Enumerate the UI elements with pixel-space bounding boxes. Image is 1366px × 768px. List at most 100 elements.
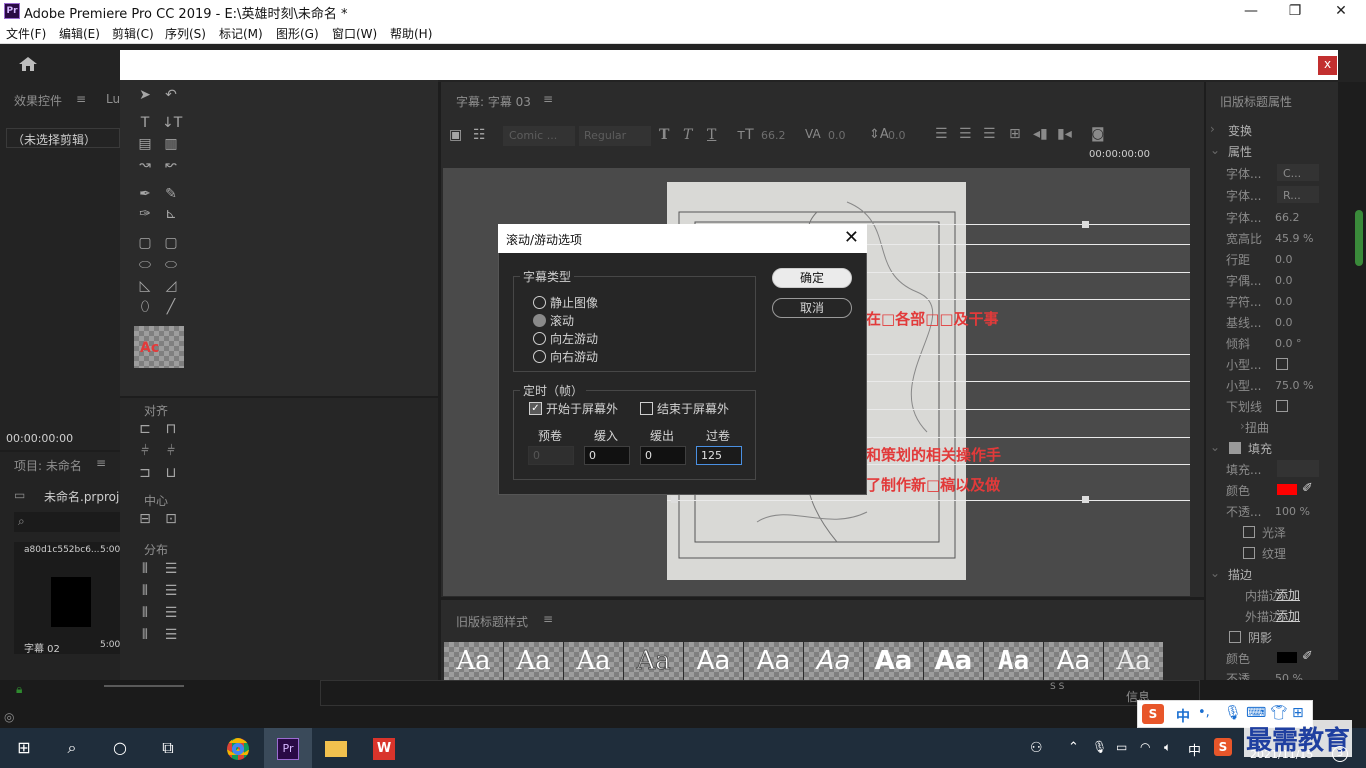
taskbar-ime-language[interactable]: 中 xyxy=(1188,740,1201,759)
keyboard-icon[interactable]: ⌨ xyxy=(1246,705,1266,721)
panel-menu-icon[interactable]: ≡ xyxy=(543,92,553,106)
canvas-title-text[interactable]: 和策划的相关操作手 xyxy=(866,444,1001,465)
align-bottom-icon[interactable]: ⊔ xyxy=(162,464,180,482)
tray-chevron-icon[interactable]: ⌃ xyxy=(1068,740,1079,755)
windows-start-icon[interactable]: ⊞ xyxy=(0,728,48,768)
battery-icon[interactable]: ▭ xyxy=(1116,740,1127,754)
underline-icon[interactable]: T xyxy=(707,127,716,143)
roll-crawl-options-icon[interactable]: ☷ xyxy=(473,127,486,143)
ease-in-input[interactable]: 0 xyxy=(584,446,630,465)
text-box-handle[interactable] xyxy=(671,496,678,503)
prop-value[interactable]: 0.0 ° xyxy=(1275,337,1302,350)
line-tool-icon[interactable]: ╱ xyxy=(162,298,180,316)
dialog-close-icon[interactable]: ✕ xyxy=(844,227,859,248)
people-icon[interactable]: ⚇ xyxy=(1030,740,1043,756)
title-style-swatch[interactable]: Aa xyxy=(444,642,503,680)
ime-punctuation[interactable]: •, xyxy=(1198,705,1210,720)
menu-sequence[interactable]: 序列(S) xyxy=(165,25,206,42)
lock-icon[interactable]: 🔒︎ xyxy=(16,682,22,697)
styles-title[interactable]: 旧版标题样式 xyxy=(456,613,528,630)
skin-icon[interactable]: 👕︎ xyxy=(1270,705,1288,721)
project-search-input[interactable] xyxy=(14,512,120,532)
chrome-icon[interactable] xyxy=(214,728,262,768)
shadow-color-swatch[interactable] xyxy=(1277,652,1297,663)
wedge-tool-icon[interactable]: ◺ xyxy=(136,277,154,295)
vertical-area-type-tool-icon[interactable]: ▥ xyxy=(162,135,180,153)
fill-type-select[interactable] xyxy=(1277,460,1319,477)
font-size-value[interactable]: 66.2 xyxy=(761,129,786,142)
chevron-right-icon[interactable]: › xyxy=(1210,122,1215,136)
title-style-swatch[interactable]: Aa xyxy=(624,642,683,680)
microphone-icon[interactable]: 🎙︎ xyxy=(1092,740,1107,754)
menu-marker[interactable]: 标记(M) xyxy=(219,25,263,42)
center-vertical-icon[interactable]: ⊡ xyxy=(162,510,180,528)
solo-icon[interactable]: S S xyxy=(1050,682,1064,692)
transform-section[interactable]: 变换 xyxy=(1228,122,1252,139)
prop-value[interactable]: 45.9 % xyxy=(1275,232,1313,245)
convert-anchor-tool-icon[interactable]: ⊾ xyxy=(162,205,180,223)
canvas-title-text[interactable]: 了制作新□稿以及做 xyxy=(866,474,1000,495)
align-left-text-icon[interactable]: ☰ xyxy=(935,126,948,142)
home-icon[interactable] xyxy=(18,56,38,72)
preroll-input[interactable]: 0 xyxy=(528,446,574,465)
align-top-icon[interactable]: ⊓ xyxy=(162,420,180,438)
title-style-swatch[interactable]: Aa xyxy=(1044,642,1103,680)
italic-icon[interactable]: T xyxy=(683,127,692,143)
wifi-icon[interactable]: ◠ xyxy=(1140,740,1150,754)
menu-window[interactable]: 窗口(W) xyxy=(332,25,377,42)
area-type-tool-icon[interactable]: ▤ xyxy=(136,135,154,153)
project-tab[interactable]: 项目: 未命名 xyxy=(14,457,82,474)
prop-value[interactable]: 0.0 xyxy=(1275,316,1293,329)
prop-value[interactable]: 0.0 xyxy=(1275,253,1293,266)
title-style-swatch[interactable]: Aa xyxy=(864,642,923,680)
radio-crawl-right[interactable] xyxy=(533,350,546,363)
shadow-section[interactable]: 阴影 xyxy=(1248,629,1272,646)
menu-clip[interactable]: 剪辑(C) xyxy=(112,25,154,42)
sheen-section[interactable]: 光泽 xyxy=(1262,524,1286,541)
cancel-button[interactable]: 取消 xyxy=(772,298,852,318)
vertical-type-tool-icon[interactable]: ↓T xyxy=(162,114,182,132)
distort-section[interactable]: 扭曲 xyxy=(1245,419,1269,436)
pen-tool-icon[interactable]: ✒ xyxy=(136,185,154,203)
ease-out-input[interactable]: 0 xyxy=(640,446,686,465)
align-center-v-icon[interactable]: ⫩ xyxy=(162,442,180,460)
eyedropper-icon[interactable]: ✐ xyxy=(1302,649,1313,664)
ellipse-tool-icon[interactable]: ⬯ xyxy=(136,298,154,316)
show-video-toggle-icon[interactable]: ◙ xyxy=(1091,126,1105,142)
prop-value[interactable]: 100 % xyxy=(1275,505,1310,518)
fill-checkbox[interactable] xyxy=(1229,442,1241,454)
end-off-screen-checkbox[interactable] xyxy=(640,402,653,415)
menu-file[interactable]: 文件(F) xyxy=(6,25,46,42)
designer-tab[interactable]: 字幕: 字幕 03 xyxy=(456,93,531,110)
task-view-icon[interactable]: ⧉ xyxy=(144,728,192,768)
distribute-center-v-icon[interactable]: ☰ xyxy=(162,582,180,600)
show-background-icon[interactable]: ▮◂ xyxy=(1057,126,1072,142)
canvas-title-text[interactable]: 在□各部□□及干事 xyxy=(866,308,999,329)
kerning-value[interactable]: 0.0 xyxy=(828,129,846,142)
radio-roll[interactable] xyxy=(533,314,546,327)
panel-menu-icon[interactable]: ≡ xyxy=(96,456,106,470)
title-style-swatch[interactable]: Aa xyxy=(744,642,803,680)
selection-tool-icon[interactable]: ➤ xyxy=(136,86,154,104)
premiere-taskbar-icon[interactable]: Pr xyxy=(264,728,312,768)
path-type-tool-icon[interactable]: ↝ xyxy=(136,156,154,174)
small-caps-checkbox[interactable] xyxy=(1276,358,1288,370)
distribute-top-icon[interactable]: ☰ xyxy=(162,560,180,578)
distribute-right-icon[interactable]: ⫴ xyxy=(136,604,154,622)
distribute-even-v-icon[interactable]: ☰ xyxy=(162,626,180,644)
search-icon[interactable]: ⌕ xyxy=(48,728,96,768)
cortana-icon[interactable]: ○ xyxy=(96,728,144,768)
add-outer-stroke-link[interactable]: 添加 xyxy=(1276,607,1300,624)
sogou-tray-icon[interactable]: S xyxy=(1214,738,1232,756)
prop-value[interactable]: 66.2 xyxy=(1275,211,1300,224)
distribute-left-icon[interactable]: ⫴ xyxy=(136,560,154,578)
titler-close-button[interactable]: x xyxy=(1318,56,1337,75)
toolbox-icon[interactable]: ⊞ xyxy=(1292,705,1304,721)
vertical-path-type-tool-icon[interactable]: ↜ xyxy=(162,156,180,174)
ime-language[interactable]: 中 xyxy=(1176,706,1190,726)
leading-value[interactable]: 0.0 xyxy=(888,129,906,142)
radio-crawl-left[interactable] xyxy=(533,332,546,345)
bold-icon[interactable]: T xyxy=(659,127,669,143)
menu-help[interactable]: 帮助(H) xyxy=(390,25,432,42)
text-box-handle[interactable] xyxy=(1082,221,1089,228)
